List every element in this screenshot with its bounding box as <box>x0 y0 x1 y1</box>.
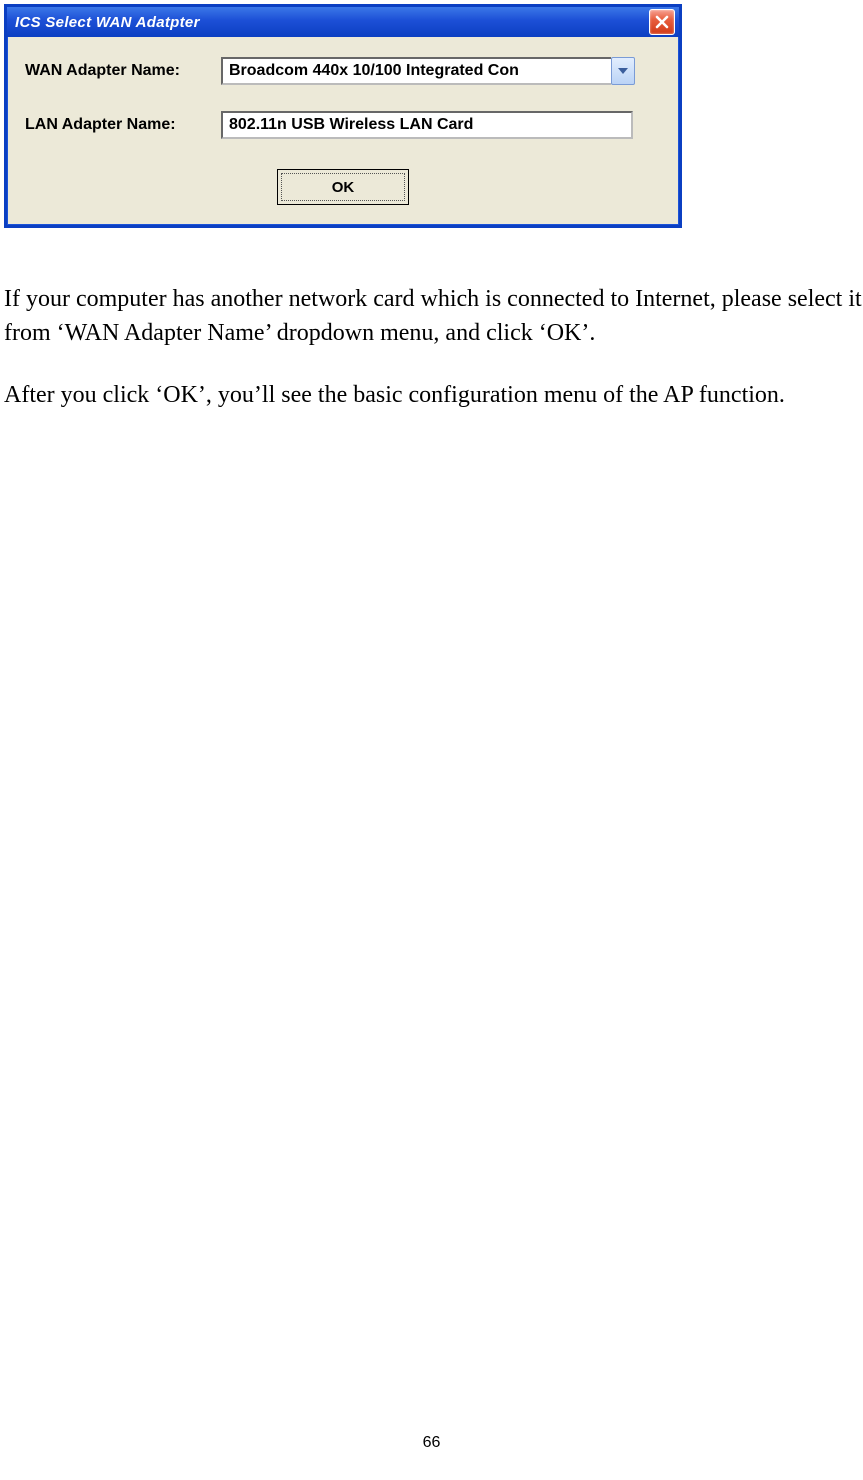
wan-dropdown[interactable]: Broadcom 440x 10/100 Integrated Con <box>221 57 635 85</box>
lan-label: LAN Adapter Name: <box>25 116 221 134</box>
wan-dropdown-button[interactable] <box>611 57 635 85</box>
titlebar: ICS Select WAN Adatpter <box>7 7 679 37</box>
dialog-title: ICS Select WAN Adatpter <box>15 14 200 31</box>
close-button[interactable] <box>649 9 675 35</box>
instruction-text: If your computer has another network car… <box>4 282 862 412</box>
wan-row: WAN Adapter Name: Broadcom 440x 10/100 I… <box>25 57 661 85</box>
close-icon <box>655 15 669 29</box>
wan-dropdown-value: Broadcom 440x 10/100 Integrated Con <box>221 57 611 85</box>
page-number: 66 <box>0 1434 863 1452</box>
dialog-body: WAN Adapter Name: Broadcom 440x 10/100 I… <box>7 37 679 225</box>
paragraph-1: If your computer has another network car… <box>4 282 862 350</box>
lan-field[interactable]: 802.11n USB Wireless LAN Card <box>221 111 633 139</box>
ok-button-frame: OK <box>277 169 409 205</box>
wan-label: WAN Adapter Name: <box>25 62 221 80</box>
chevron-down-icon <box>618 68 628 74</box>
button-row: OK <box>25 165 661 207</box>
ok-button[interactable]: OK <box>281 173 405 201</box>
paragraph-2: After you click ‘OK’, you’ll see the bas… <box>4 378 862 412</box>
lan-row: LAN Adapter Name: 802.11n USB Wireless L… <box>25 111 661 139</box>
ics-dialog: ICS Select WAN Adatpter WAN Adapter Name… <box>4 4 682 228</box>
